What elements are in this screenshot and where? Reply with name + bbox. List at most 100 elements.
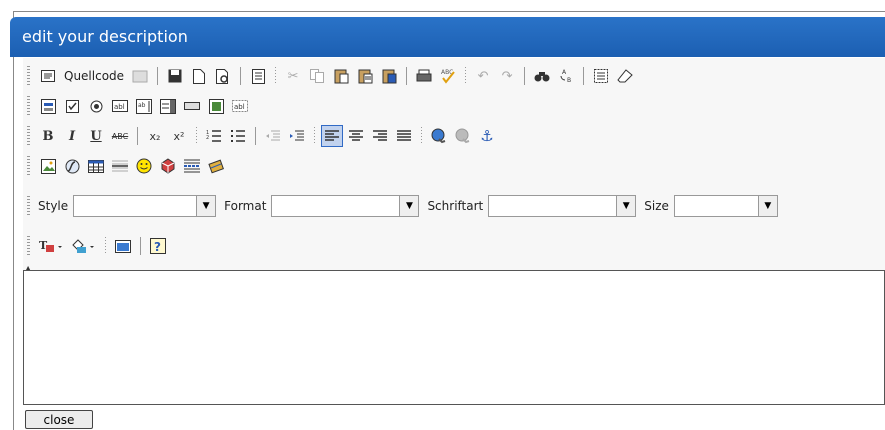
remove-format-icon[interactable] (614, 65, 636, 87)
source-icon[interactable] (37, 65, 59, 87)
toolbar-handle[interactable] (27, 96, 30, 116)
bulleted-list-icon[interactable] (227, 125, 249, 147)
checkbox-icon[interactable] (61, 95, 83, 117)
page-break-icon[interactable] (181, 155, 203, 177)
separator (140, 237, 141, 255)
separator (465, 67, 467, 85)
separator (240, 67, 242, 85)
toolbar-row-6: T ? (23, 231, 170, 261)
maximize-icon[interactable] (112, 235, 134, 257)
superscript-button[interactable]: x² (168, 125, 190, 147)
svg-text:B: B (567, 77, 571, 84)
size-select[interactable]: ▼ (673, 195, 778, 217)
separator (583, 67, 585, 85)
editor-content-area[interactable] (23, 270, 885, 405)
style-select[interactable]: ▼ (73, 195, 217, 217)
help-button[interactable]: ? (147, 235, 169, 257)
toolbar-handle[interactable] (27, 236, 30, 256)
indent-icon[interactable] (286, 125, 308, 147)
toolbar-row-4 (23, 151, 228, 181)
smiley-icon[interactable] (133, 155, 155, 177)
font-label: Schriftart (427, 199, 484, 213)
button-field-icon[interactable] (181, 95, 203, 117)
find-icon[interactable] (531, 65, 553, 87)
separator (524, 67, 526, 85)
paste-word-icon[interactable] (378, 65, 400, 87)
undo-icon[interactable]: ↶ (472, 65, 494, 87)
close-button[interactable]: close (25, 410, 93, 429)
separator (137, 127, 138, 145)
table-icon[interactable] (85, 155, 107, 177)
form-icon[interactable] (37, 95, 59, 117)
separator (105, 237, 106, 255)
separator (275, 67, 277, 85)
anchor-icon[interactable]: ⚓ (476, 125, 498, 147)
textarea-icon[interactable]: ab (133, 95, 155, 117)
italic-button[interactable]: I (61, 125, 83, 147)
paste-text-icon[interactable] (354, 65, 376, 87)
redo-icon[interactable]: ↷ (496, 65, 518, 87)
horizontal-rule-icon[interactable] (109, 155, 131, 177)
rich-text-editor: Quellcode ✂ ABC ↶ ↷ AB abl ab abl B I U … (23, 58, 885, 405)
select-all-icon[interactable] (590, 65, 612, 87)
svg-text:abl: abl (114, 103, 125, 111)
hidden-field-icon[interactable]: abl (229, 95, 251, 117)
spellcheck-icon[interactable]: ABC (437, 65, 459, 87)
numbered-list-icon[interactable]: 12 (203, 125, 225, 147)
save-icon[interactable] (164, 65, 186, 87)
svg-text:?: ? (154, 240, 161, 254)
select-field-icon[interactable] (157, 95, 179, 117)
align-center-icon[interactable] (345, 125, 367, 147)
textfield-icon[interactable]: abl (109, 95, 131, 117)
separator (196, 127, 197, 145)
align-justify-icon[interactable] (393, 125, 415, 147)
special-char-icon[interactable] (157, 155, 179, 177)
svg-text:A: A (562, 69, 567, 76)
chevron-down-icon[interactable]: ▼ (399, 196, 419, 216)
format-label: Format (224, 199, 267, 213)
size-label: Size (644, 199, 669, 213)
chevron-down-icon[interactable]: ▼ (196, 196, 216, 216)
templates-icon[interactable] (129, 65, 151, 87)
format-select[interactable]: ▼ (271, 195, 420, 217)
subscript-button[interactable]: x₂ (144, 125, 166, 147)
chevron-down-icon[interactable]: ▼ (757, 196, 777, 216)
strikethrough-button[interactable]: ABC (109, 125, 131, 147)
toolbar-handle[interactable] (27, 66, 30, 86)
outdent-icon[interactable] (262, 125, 284, 147)
separator (157, 67, 159, 85)
print-icon[interactable] (413, 65, 435, 87)
background-color-icon[interactable] (69, 235, 99, 257)
underline-button[interactable]: U (85, 125, 107, 147)
unlink-icon[interactable] (452, 125, 474, 147)
align-left-icon[interactable] (321, 125, 343, 147)
document-properties-icon[interactable] (247, 65, 269, 87)
toolbar-handle[interactable] (27, 196, 30, 216)
separator (421, 127, 422, 145)
preview-icon[interactable] (212, 65, 234, 87)
image-icon[interactable] (37, 155, 59, 177)
new-page-icon[interactable] (188, 65, 210, 87)
cut-icon[interactable]: ✂ (282, 65, 304, 87)
link-icon[interactable] (428, 125, 450, 147)
toolbar-handle[interactable] (27, 156, 30, 176)
radio-icon[interactable] (85, 95, 107, 117)
toolbar-row-2: abl ab abl (23, 91, 252, 121)
toolbar-row-3: B I U ABC x₂ x² 12 ⚓ (23, 121, 499, 151)
font-select[interactable]: ▼ (488, 195, 637, 217)
paste-icon[interactable] (330, 65, 352, 87)
chevron-down-icon[interactable]: ▼ (616, 196, 636, 216)
text-color-icon[interactable]: T (37, 235, 67, 257)
flash-icon[interactable] (61, 155, 83, 177)
toolbar-handle[interactable] (27, 126, 30, 146)
bold-button[interactable]: B (37, 125, 59, 147)
image-button-icon[interactable] (205, 95, 227, 117)
replace-icon[interactable]: AB (555, 65, 577, 87)
universal-key-icon[interactable] (205, 155, 227, 177)
copy-icon[interactable] (306, 65, 328, 87)
source-button[interactable]: Quellcode (60, 65, 128, 87)
separator (255, 127, 256, 145)
style-label: Style (38, 199, 69, 213)
align-right-icon[interactable] (369, 125, 391, 147)
svg-text:ab: ab (138, 102, 146, 109)
